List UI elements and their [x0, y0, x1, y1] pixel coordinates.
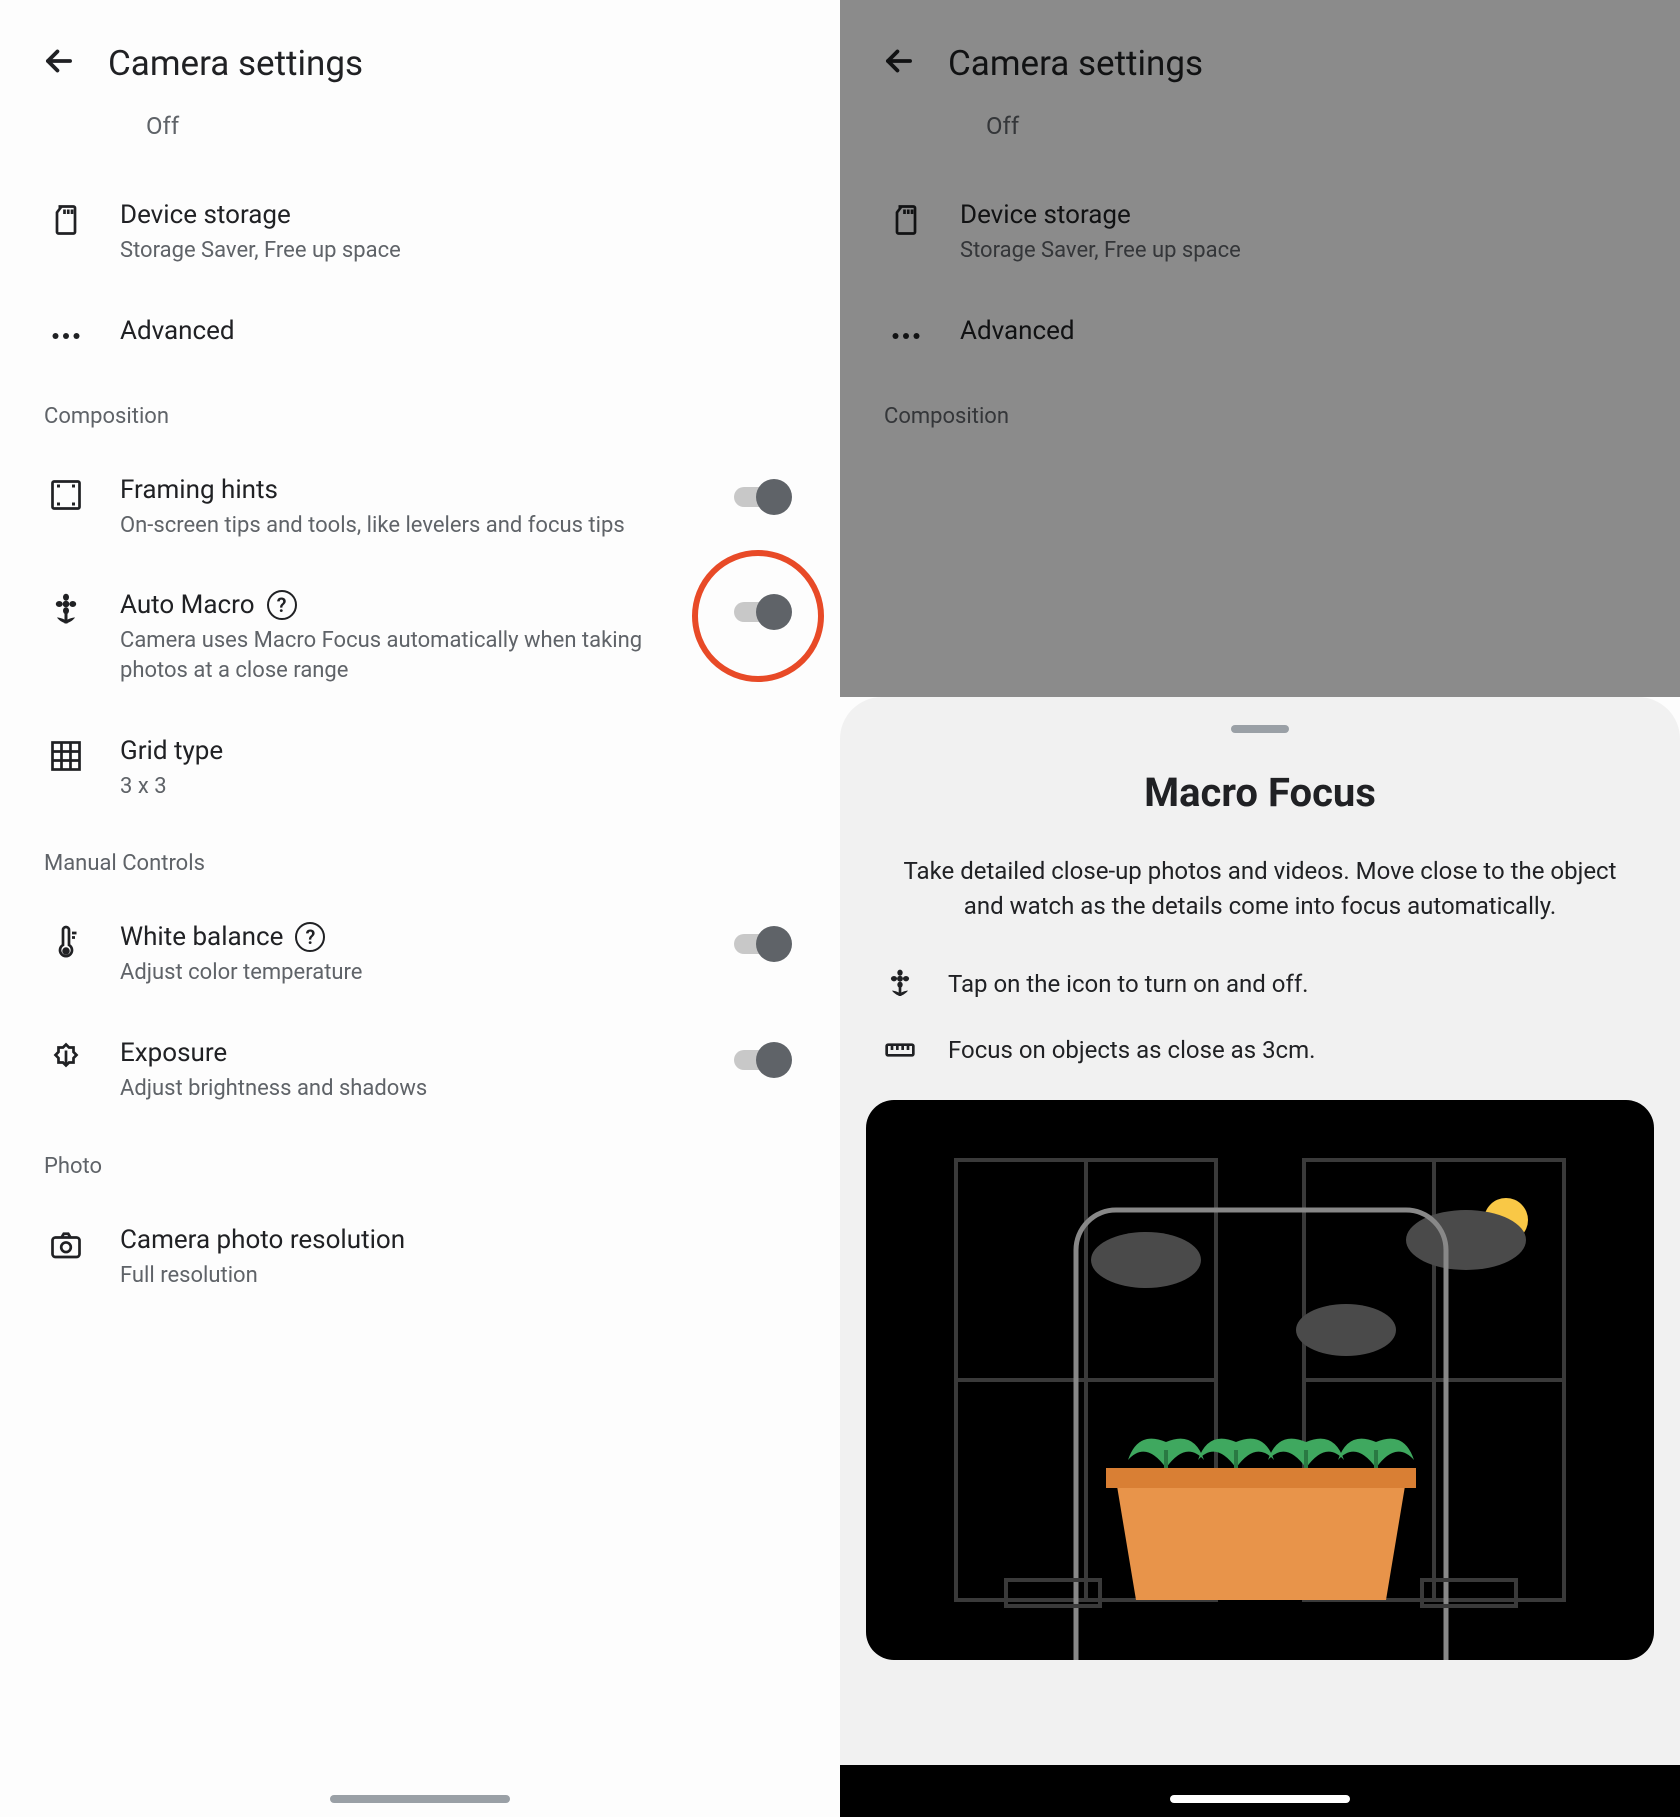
tip-text: Tap on the icon to turn on and off.	[948, 970, 1309, 998]
row-title: Framing hints	[120, 475, 810, 505]
row-auto-macro[interactable]: Auto Macro ? Camera uses Macro Focus aut…	[0, 590, 840, 685]
row-title: Grid type	[120, 736, 810, 766]
row-subtitle: Camera uses Macro Focus automatically wh…	[120, 626, 660, 685]
section-manual-controls: Manual Controls	[0, 851, 840, 876]
row-subtitle: Adjust color temperature	[120, 958, 660, 988]
row-white-balance[interactable]: White balance ? Adjust color temperature	[0, 922, 840, 988]
row-title: White balance ?	[120, 922, 810, 952]
row-grid-type[interactable]: Grid type 3 x 3	[0, 736, 840, 802]
toggle-white-balance[interactable]	[734, 926, 792, 962]
section-composition: Composition	[0, 404, 840, 429]
brightness-icon	[46, 1038, 86, 1076]
sheet-tip-2: Focus on objects as close as 3cm.	[866, 1034, 1654, 1066]
row-subtitle: Adjust brightness and shadows	[120, 1074, 660, 1104]
row-framing-hints[interactable]: Framing hints On-screen tips and tools, …	[0, 475, 840, 541]
settings-panel-right: Camera settings Off Device storage Stora…	[840, 0, 1680, 1817]
flower-icon	[46, 590, 86, 628]
sheet-description: Take detailed close-up photos and videos…	[900, 854, 1620, 924]
auto-macro-label: Auto Macro	[120, 590, 255, 620]
row-exposure[interactable]: Exposure Adjust brightness and shadows	[0, 1038, 840, 1104]
flower-icon	[880, 968, 920, 1000]
help-icon[interactable]: ?	[295, 922, 325, 952]
help-icon[interactable]: ?	[267, 590, 297, 620]
tip-text: Focus on objects as close as 3cm.	[948, 1036, 1316, 1064]
back-arrow-icon[interactable]	[40, 42, 78, 84]
macro-illustration	[866, 1100, 1654, 1660]
header: Camera settings	[0, 0, 840, 112]
row-subtitle: Storage Saver, Free up space	[120, 236, 660, 266]
frame-icon	[46, 475, 86, 513]
macro-focus-sheet: Macro Focus Take detailed close-up photo…	[840, 697, 1680, 1817]
row-title: Exposure	[120, 1038, 810, 1068]
sheet-tip-1: Tap on the icon to turn on and off.	[866, 968, 1654, 1000]
row-subtitle: 3 x 3	[120, 772, 660, 802]
sd-card-icon	[46, 200, 86, 238]
toggle-framing-hints[interactable]	[734, 479, 792, 515]
sheet-title: Macro Focus	[866, 769, 1654, 816]
row-title: Camera photo resolution	[120, 1225, 810, 1255]
grid-icon	[46, 736, 86, 774]
sheet-drag-handle[interactable]	[1231, 725, 1289, 733]
thermometer-icon	[46, 922, 86, 960]
nav-pill[interactable]	[330, 1795, 510, 1803]
row-title: Device storage	[120, 200, 810, 230]
dots-icon	[46, 316, 86, 354]
nav-pill[interactable]	[1170, 1795, 1350, 1803]
bottom-black-bar	[840, 1765, 1680, 1817]
section-photo: Photo	[0, 1154, 840, 1179]
row-advanced[interactable]: Advanced	[0, 316, 840, 354]
row-title: Advanced	[120, 316, 810, 346]
previous-item-value: Off	[0, 112, 840, 140]
toggle-auto-macro[interactable]	[734, 594, 792, 630]
row-title: Auto Macro ?	[120, 590, 810, 620]
toggle-exposure[interactable]	[734, 1042, 792, 1078]
page-title: Camera settings	[108, 43, 363, 84]
row-subtitle: Full resolution	[120, 1261, 660, 1291]
settings-panel-left: Camera settings Off Device storage Stora…	[0, 0, 840, 1817]
ruler-icon	[880, 1034, 920, 1066]
row-camera-resolution[interactable]: Camera photo resolution Full resolution	[0, 1225, 840, 1291]
wb-label: White balance	[120, 922, 283, 952]
row-subtitle: On-screen tips and tools, like levelers …	[120, 511, 660, 541]
modal-scrim[interactable]	[840, 0, 1680, 697]
row-device-storage[interactable]: Device storage Storage Saver, Free up sp…	[0, 200, 840, 266]
camera-icon	[46, 1225, 86, 1263]
